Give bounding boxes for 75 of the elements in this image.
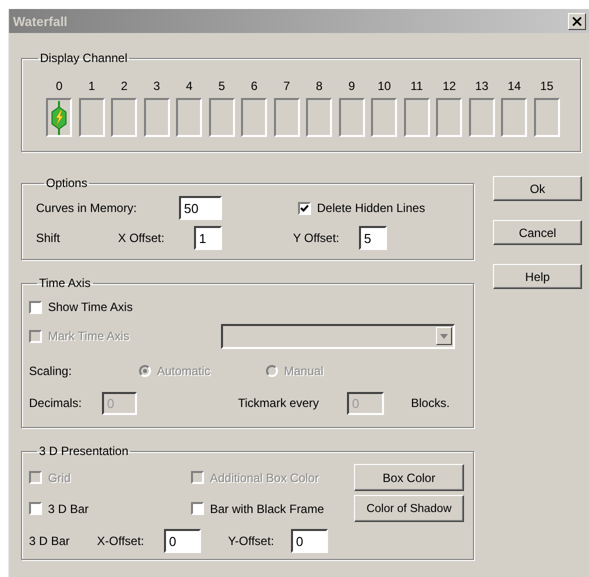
checkbox[interactable] [298,202,311,214]
field-label: Tickmark every [238,396,320,410]
channel-slot[interactable] [371,98,398,137]
channel-slot[interactable] [468,98,495,137]
checkbox-label: Show Time Axis [48,300,133,314]
field-label: Y-Offset: [228,534,276,548]
channel-number: 6 [250,79,258,93]
field-label: Shift [36,231,62,245]
checkbox-label: Delete Hidden Lines [317,201,426,215]
channel-number: 10 [378,79,391,93]
channel-slot[interactable] [46,98,72,137]
dialog-button[interactable]: Ok [493,176,582,201]
lightning-icon [50,100,68,134]
channel-slot[interactable] [534,98,560,137]
checkbox-label: Mark Time Axis [48,329,130,343]
channel-number: 14 [508,79,521,93]
shadow-color-button[interactable]: Color of Shadow [354,495,464,522]
channel-number: 0 [56,79,63,93]
checkbox[interactable] [29,300,42,314]
channel-slot[interactable] [436,98,462,137]
radio-label: Automatic [157,364,210,378]
channel-number: 1 [88,79,96,93]
channel-number: 11 [410,79,423,93]
input-field[interactable]: 0 [164,529,201,553]
channel-slot[interactable] [208,98,235,137]
field-label: Scaling: [29,364,73,378]
box-color-button[interactable]: Box Color [354,464,464,491]
field-label: X-Offset: [97,534,146,548]
field-label: 3 D Bar [29,534,71,548]
close-button[interactable] [568,12,586,30]
channel-slot[interactable] [176,98,202,137]
input-field[interactable]: 50 [179,196,222,220]
checkbox[interactable] [29,502,42,515]
channel-slot[interactable] [338,98,365,137]
checkbox-label: Bar with Black Frame [210,502,324,516]
checkbox-label: Grid [48,470,71,484]
input-field[interactable]: 5 [359,226,387,250]
channel-slot[interactable] [306,98,332,137]
close-icon [572,16,582,26]
field-label: Y Offset: [293,231,340,245]
field-label: Blocks. [411,396,450,410]
group-title: Time Axis [38,276,92,290]
channel-number: 13 [475,79,488,93]
channel-number: 12 [442,79,456,93]
checkbox-label: Additional Box Color [210,470,319,484]
channel-number: 3 [153,79,160,93]
channel-slot[interactable] [241,98,268,137]
channel-slot[interactable] [111,98,138,137]
channel-number: 4 [186,79,193,93]
field-label: X Offset: [118,231,166,245]
window-title: Waterfall [13,14,68,28]
group-title: Options [45,176,88,190]
caret-icon [440,334,448,338]
field-label: Decimals: [29,396,83,410]
radio-label: Manual [284,364,324,378]
channel-slot[interactable] [78,98,105,137]
group-title: Display Channel [39,51,128,65]
channel-number: 9 [348,79,356,93]
channel-slot[interactable] [274,98,300,137]
channel-number: 15 [540,79,554,93]
channel-number: 2 [120,79,128,93]
dialog-button[interactable]: Cancel [493,220,582,245]
channel-slot[interactable] [144,98,170,137]
channel-number: 7 [283,79,290,93]
field-label: Curves in Memory: [36,201,138,215]
channel-number: 5 [218,79,226,93]
channel-slot[interactable] [404,98,430,137]
input-field[interactable]: 1 [194,226,222,250]
checkbox-label: 3 D Bar [48,502,89,516]
channel-number: 8 [316,79,323,93]
checkbox[interactable] [191,502,204,515]
group-title: 3 D Presentation [38,444,130,458]
channel-slot[interactable] [501,98,528,137]
input-field[interactable]: 0 [291,529,328,553]
dialog-button[interactable]: Help [493,264,582,289]
